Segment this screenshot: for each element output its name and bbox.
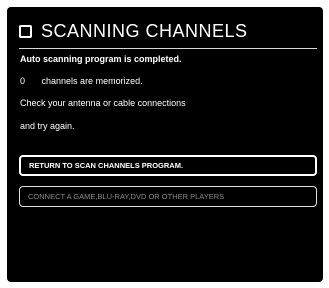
connect-player-button[interactable]: CONNECT A GAME,BLU-RAY,DVD OR OTHER PLAY… <box>19 186 317 207</box>
scan-complete-message: Auto scanning program is completed. <box>20 54 182 64</box>
channel-count: 0 <box>20 76 26 86</box>
checkbox-icon <box>19 25 32 38</box>
channels-memorized-message: 0 channels are memorized. <box>20 76 143 86</box>
check-connection-message: Check your antenna or cable connections <box>20 98 186 108</box>
return-to-scan-button[interactable]: RETURN TO SCAN CHANNELS PROGRAM. <box>19 155 317 176</box>
dialog-title: SCANNING CHANNELS <box>41 21 248 41</box>
memorized-text: channels are memorized. <box>41 76 143 86</box>
return-to-scan-label: RETURN TO SCAN CHANNELS PROGRAM. <box>29 161 184 170</box>
scanning-channels-dialog: SCANNING CHANNELS Auto scanning program … <box>7 7 323 282</box>
dialog-header: SCANNING CHANNELS <box>19 21 248 42</box>
header-divider <box>19 48 317 49</box>
connect-player-label: CONNECT A GAME,BLU-RAY,DVD OR OTHER PLAY… <box>28 192 225 201</box>
try-again-message: and try again. <box>20 121 75 131</box>
